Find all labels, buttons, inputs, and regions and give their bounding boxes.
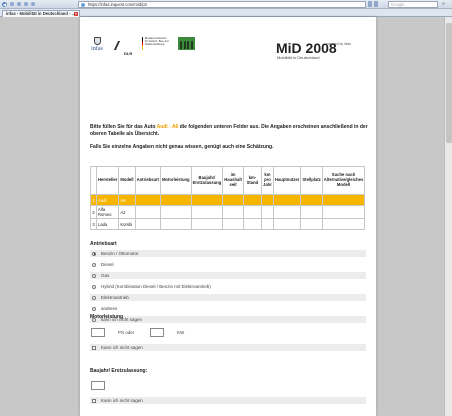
col-header: im Haushalt seit bbox=[222, 166, 244, 195]
col-header: km pro Jahr bbox=[260, 166, 274, 195]
back-icon[interactable]: ◀ bbox=[2, 1, 7, 7]
col-header: Motorleistung bbox=[159, 166, 192, 195]
ministry-logo: Bundesministerium für Verkehr, Bau und S… bbox=[142, 37, 170, 50]
row-maker: Lada bbox=[95, 218, 120, 230]
option-label: anderes bbox=[101, 306, 118, 311]
intro-text: Bitte füllen Sie für das Auto Audi - A6 … bbox=[90, 124, 370, 137]
motor-dont-know[interactable]: Kann ich nicht sagen bbox=[90, 344, 366, 351]
col-header: Baujahr/ Erstzulassung bbox=[190, 166, 224, 195]
baujahr-input[interactable] bbox=[91, 381, 105, 390]
motor-title: Motorleistung bbox=[90, 314, 124, 320]
radio-icon[interactable] bbox=[92, 284, 96, 289]
baujahr-title: Baujahr/ Erstzulassung: bbox=[90, 368, 148, 374]
tab-infas[interactable]: infas - Mobilität in Deutschland - ... ✕ bbox=[2, 10, 80, 17]
col-header: Antriebsart bbox=[134, 166, 161, 195]
address-bar[interactable]: https://infas.inquest.com/mid/p3 bbox=[78, 1, 366, 8]
option-label: Kann ich nicht sagen bbox=[101, 398, 143, 403]
radio-icon[interactable] bbox=[92, 273, 96, 278]
checkbox-icon[interactable] bbox=[92, 398, 96, 403]
col-header: Stellplatz bbox=[300, 166, 323, 195]
radio-icon[interactable] bbox=[92, 295, 96, 300]
dlr-wing-icon bbox=[113, 41, 131, 50]
row-model: A2 bbox=[118, 205, 136, 219]
tab-title: infas - Mobilität in Deutschland - ... bbox=[6, 11, 76, 16]
logo-row: infas DLR Bundesministerium für Verkehr,… bbox=[90, 37, 195, 67]
page-subtitle: Mobilität in Deutschland bbox=[277, 55, 320, 60]
baujahr-dont-know[interactable]: Kann ich nicht sagen bbox=[90, 397, 366, 404]
ps-label: PS oder bbox=[118, 330, 135, 335]
address-tools bbox=[368, 1, 378, 7]
radio-icon[interactable] bbox=[92, 262, 96, 267]
site-icon bbox=[81, 3, 85, 7]
option-label: Benzin / Ottomotor bbox=[101, 251, 139, 256]
table-header-row: Hersteller Modell Antriebsart Motorleist… bbox=[90, 166, 366, 195]
table-row[interactable]: 3 Lada Kombi bbox=[90, 218, 366, 230]
tab-bar: infas - Mobilität in Deutschland - ... ✕ bbox=[0, 9, 452, 17]
antrieb-option[interactable]: Diesel bbox=[90, 261, 366, 268]
dlr-logo-text: DLR bbox=[124, 51, 133, 56]
intro-hint: Falls Sie einzelne Angaben nicht genau w… bbox=[90, 144, 274, 150]
powered-by: powered by infas bbox=[326, 42, 351, 46]
option-label: Diesel bbox=[101, 262, 114, 267]
people-logo-icon bbox=[178, 37, 195, 50]
antrieb-option[interactable]: Gas bbox=[90, 272, 366, 279]
scroll-thumb[interactable] bbox=[446, 23, 452, 143]
option-label: Gas bbox=[101, 273, 110, 278]
address-text: https://infas.inquest.com/mid/p3 bbox=[88, 2, 147, 7]
dlr-logo: DLR bbox=[112, 37, 134, 57]
antrieb-option[interactable]: Elektroantrieb bbox=[90, 294, 366, 301]
intro-highlight: Audi - A6 bbox=[156, 124, 179, 130]
row-maker: Audi bbox=[95, 194, 120, 206]
table-row[interactable]: 2 Alfa Romeo A2 bbox=[90, 205, 366, 219]
forward-icon[interactable] bbox=[10, 2, 14, 6]
antrieb-option[interactable]: Benzin / Ottomotor bbox=[90, 250, 366, 257]
antrieb-option[interactable]: kann ich nicht sagen bbox=[90, 316, 366, 323]
col-header: Hersteller bbox=[95, 166, 120, 195]
infas-logo-text: infas bbox=[91, 46, 103, 52]
go-icon[interactable] bbox=[374, 1, 378, 7]
dropdown-icon[interactable] bbox=[368, 1, 372, 7]
intro-pre: Bitte füllen Sie für das Auto bbox=[90, 124, 157, 130]
ministry-text: Bundesministerium für Verkehr, Bau und S… bbox=[144, 37, 169, 46]
close-tab-icon[interactable]: ✕ bbox=[74, 12, 78, 16]
row-maker: Alfa Romeo bbox=[95, 205, 120, 219]
radio-icon[interactable] bbox=[92, 306, 96, 311]
ps-input[interactable] bbox=[91, 328, 105, 337]
antrieb-option[interactable]: anderes bbox=[90, 305, 366, 312]
search-placeholder: Google bbox=[391, 2, 405, 7]
col-header: Suche nach Alternative/gleiches Modell bbox=[321, 166, 366, 195]
reload-icon[interactable] bbox=[17, 2, 21, 6]
option-label: Kann ich nicht sagen bbox=[101, 345, 143, 350]
vertical-scrollbar[interactable] bbox=[444, 17, 452, 416]
home-icon[interactable] bbox=[31, 2, 35, 6]
checkbox-icon[interactable] bbox=[92, 345, 96, 350]
kw-label: KW bbox=[177, 330, 185, 335]
table-row[interactable]: 1 Audi A6 bbox=[90, 194, 366, 206]
row-model: A6 bbox=[118, 194, 136, 206]
col-header: Modell bbox=[118, 166, 136, 195]
more-tools-icon[interactable]: » bbox=[442, 1, 449, 8]
search-input[interactable]: Google bbox=[388, 1, 438, 8]
radio-selected-icon[interactable] bbox=[92, 251, 96, 256]
antrieb-title: Antriebsart bbox=[90, 241, 117, 247]
row-model: Kombi bbox=[118, 218, 136, 230]
antrieb-option[interactable]: Hybrid (Kombination Diesel / Benzin mit … bbox=[90, 283, 366, 290]
kw-input[interactable] bbox=[150, 328, 164, 337]
option-label: Hybrid (Kombination Diesel / Benzin mit … bbox=[101, 284, 211, 289]
option-label: Elektroantrieb bbox=[101, 295, 129, 300]
col-header: km-Stand bbox=[242, 166, 262, 195]
german-flag-icon bbox=[142, 37, 143, 50]
stop-icon[interactable] bbox=[24, 2, 28, 6]
crest-icon bbox=[93, 37, 101, 45]
infas-logo: infas bbox=[90, 37, 104, 52]
car-overview-table: Hersteller Modell Antriebsart Motorleist… bbox=[90, 166, 366, 230]
col-header: Hauptnutzer bbox=[272, 166, 302, 195]
